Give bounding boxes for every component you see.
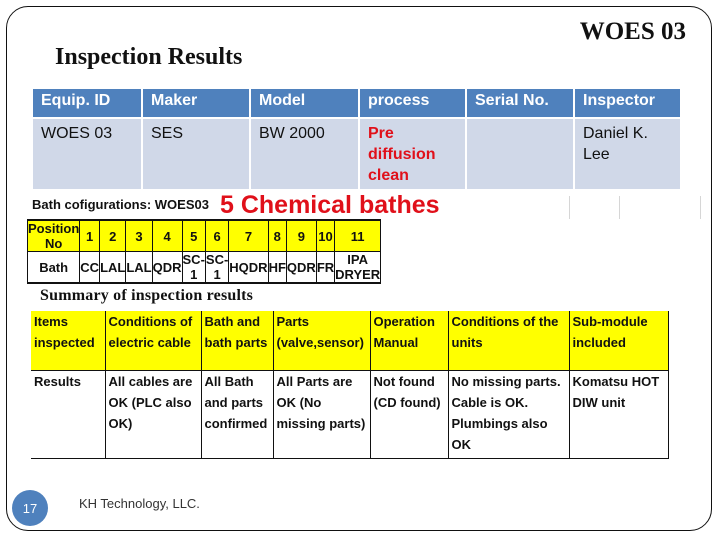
bath-cell: FR: [315, 251, 336, 284]
summary-result-parts: All Parts are OK (No missing parts): [273, 370, 371, 459]
summary-header-submodule: Sub-module included: [569, 311, 669, 371]
summary-header-bath: Bath and bath parts: [201, 311, 274, 371]
summary-header-row: Items inspected Conditions of electric c…: [31, 311, 669, 371]
summary-result-units: No missing parts. Cable is OK. Plumbings…: [448, 370, 570, 459]
position-cell: 1: [79, 219, 101, 252]
bath-configuration-table: Position No 1 2 3 4 5 6 7 8 9 10 11 Bath CC LAL LAL Q…: [26, 219, 382, 284]
summary-title: Summary of inspection results: [40, 287, 254, 304]
company-name: KH Technology, LLC.: [79, 496, 200, 511]
summary-result-label: Results: [31, 370, 106, 459]
bath-cell: SC-1: [181, 251, 206, 284]
header-model: Model: [251, 89, 360, 119]
summary-header-items: Items inspected: [31, 311, 106, 371]
position-cell: 2: [99, 219, 127, 252]
equipment-info-table: Equip. ID Maker Model process Serial No.…: [33, 89, 682, 191]
info-header-row: Equip. ID Maker Model process Serial No.…: [33, 89, 682, 119]
cell-model: BW 2000: [251, 119, 360, 191]
bath-caption: Bath cofigurations: WOES03: [32, 197, 209, 212]
summary-header-cable: Conditions of electric cable: [105, 311, 202, 371]
summary-header-manual: Operation Manual: [370, 311, 449, 371]
cell-serial-no: [467, 119, 575, 191]
summary-header-parts: Parts (valve,sensor): [273, 311, 371, 371]
position-row-label: Position No: [26, 219, 81, 252]
bath-cell: LAL: [99, 251, 127, 284]
summary-result-bath: All Bath and parts confirmed: [201, 370, 274, 459]
summary-results-row: Results All cables are OK (PLC also OK) …: [31, 370, 669, 459]
page-number-badge: 17: [12, 490, 48, 526]
header-serial-no: Serial No.: [467, 89, 575, 119]
position-cell: 11: [334, 219, 382, 252]
position-cell: 7: [228, 219, 269, 252]
header-maker: Maker: [143, 89, 251, 119]
position-cell: 10: [315, 219, 336, 252]
cell-inspector: Daniel K. Lee: [575, 119, 682, 191]
spreadsheet-gridline: [570, 196, 620, 219]
summary-result-submodule: Komatsu HOT DIW unit: [569, 370, 669, 459]
cell-process: Pre diffusion clean: [360, 119, 467, 191]
position-cell: 9: [285, 219, 317, 252]
chemical-bath-count-callout: 5 Chemical bathes: [220, 191, 440, 219]
position-row: Position No 1 2 3 4 5 6 7 8 9 10 11: [26, 219, 382, 252]
header-inspector: Inspector: [575, 89, 682, 119]
position-cell: 6: [204, 219, 230, 252]
summary-header-units: Conditions of the units: [448, 311, 570, 371]
page-title: Inspection Results: [55, 44, 243, 70]
position-cell: 8: [267, 219, 287, 252]
position-cell: 4: [151, 219, 183, 252]
spreadsheet-gridline: [522, 196, 570, 219]
info-data-row: WOES 03 SES BW 2000 Pre diffusion clean …: [33, 119, 682, 191]
bath-cell: IPA DRYER: [334, 251, 382, 284]
summary-result-manual: Not found (CD found): [370, 370, 449, 459]
position-cell: 5: [181, 219, 206, 252]
header-equip-id: Equip. ID: [33, 89, 143, 119]
bath-cell: SC-1: [204, 251, 230, 284]
bath-cell: QDR: [151, 251, 183, 284]
document-id: WOES 03: [579, 18, 686, 45]
bath-cell: HF: [267, 251, 287, 284]
bath-row: Bath CC LAL LAL QDR SC-1 SC-1 HQDR HF QDR FR IPA D…: [26, 251, 382, 284]
summary-result-cable: All cables are OK (PLC also OK): [105, 370, 202, 459]
bath-row-label: Bath: [26, 251, 81, 284]
position-cell: 3: [125, 219, 153, 252]
cell-maker: SES: [143, 119, 251, 191]
bath-cell: CC: [79, 251, 101, 284]
bath-cell: HQDR: [228, 251, 269, 284]
cell-equip-id: WOES 03: [33, 119, 143, 191]
summary-table: Items inspected Conditions of electric c…: [31, 311, 669, 459]
bath-cell: QDR: [285, 251, 317, 284]
bath-cell: LAL: [125, 251, 153, 284]
header-process: process: [360, 89, 467, 119]
spreadsheet-gridline: [620, 196, 701, 219]
